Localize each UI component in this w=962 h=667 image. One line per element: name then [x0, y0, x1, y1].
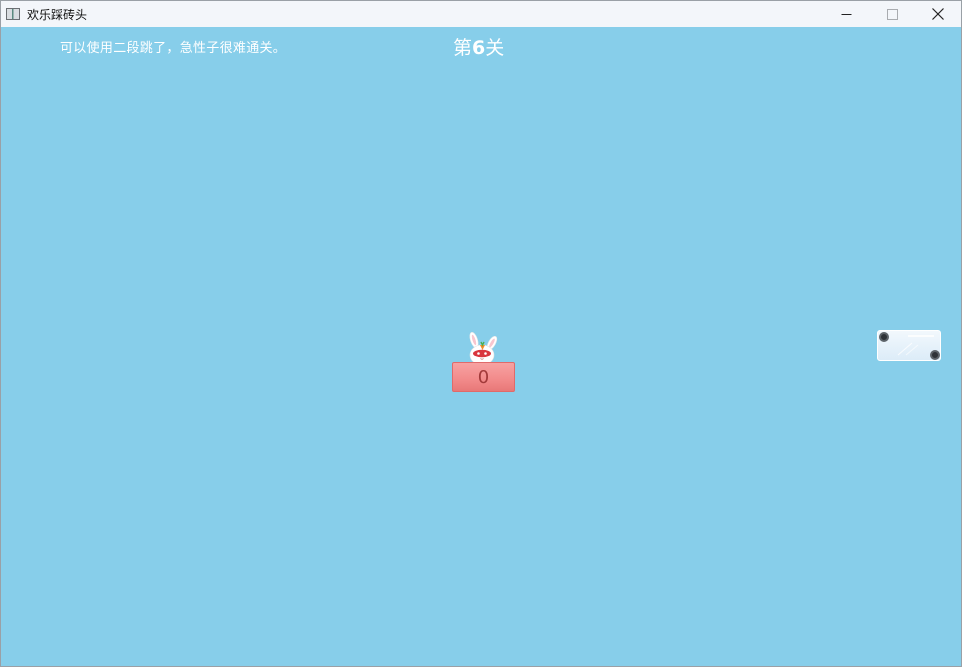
maximize-icon — [886, 8, 898, 20]
minimize-icon — [841, 13, 851, 15]
level-prefix: 第 — [453, 37, 473, 59]
red-brick: 0 — [452, 362, 515, 392]
close-icon — [932, 8, 944, 20]
app-window: 欢乐踩砖头 可以使用二段跳了，急性子很难通关。 第6关 0 — [0, 0, 962, 667]
maximize-button[interactable] — [869, 1, 915, 27]
ice-brick — [877, 330, 941, 361]
level-number: 6 — [472, 37, 486, 59]
rabbit-icon — [469, 332, 498, 365]
level-suffix: 关 — [485, 37, 505, 59]
hint-text: 可以使用二段跳了，急性子很难通关。 — [60, 41, 287, 56]
app-window-icon — [6, 8, 20, 20]
title-bar[interactable]: 欢乐踩砖头 — [1, 1, 961, 27]
window-controls — [823, 1, 961, 27]
minimize-button[interactable] — [823, 1, 869, 27]
close-button[interactable] — [915, 1, 961, 27]
level-indicator: 第6关 — [453, 33, 504, 60]
game-canvas[interactable]: 可以使用二段跳了，急性子很难通关。 第6关 0 — [1, 27, 961, 666]
brick-counter: 0 — [477, 366, 490, 388]
rivet-icon — [930, 350, 940, 360]
window-title: 欢乐踩砖头 — [27, 7, 88, 22]
rivet-icon — [879, 332, 889, 342]
